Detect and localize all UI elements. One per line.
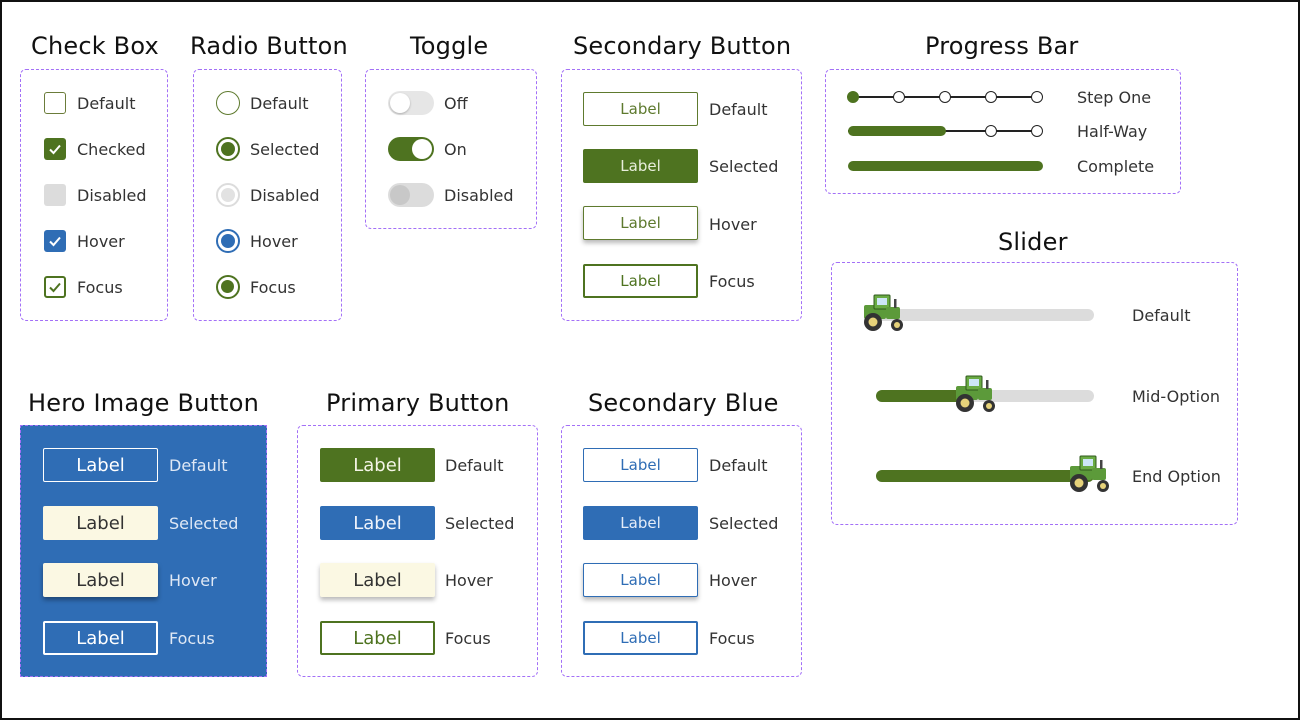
checkbox-default-label: Default [77, 94, 136, 113]
toggle-off[interactable] [388, 91, 434, 115]
tractor-icon[interactable] [858, 293, 906, 333]
primary-focus-label: Focus [445, 629, 491, 648]
toggle-disabled[interactable] [388, 183, 434, 207]
slider-end-option-label: End Option [1132, 467, 1221, 486]
radio-disabled[interactable] [216, 183, 240, 207]
secondary-blue-button-default[interactable]: Label [583, 448, 698, 482]
hero-button-focus[interactable]: Label [43, 621, 158, 655]
progress-step-dot [985, 91, 997, 103]
primary-button-default[interactable]: Label [320, 448, 435, 482]
radio-focus-label: Focus [250, 278, 296, 297]
radio-default-label: Default [250, 94, 309, 113]
toggle-off-label: Off [444, 94, 468, 113]
secondary-focus-label: Focus [709, 272, 755, 291]
progress-title: Progress Bar [925, 32, 1079, 60]
checkbox-hover[interactable] [44, 230, 66, 252]
toggle-title: Toggle [410, 32, 489, 60]
toggle-on-label: On [444, 140, 467, 159]
radio-selected[interactable] [216, 137, 240, 161]
toggle-disabled-label: Disabled [444, 186, 514, 205]
hero-selected-label: Selected [169, 514, 239, 533]
radio-hover-label: Hover [250, 232, 298, 251]
progress-step-dot [847, 91, 859, 103]
progress-step-dot [893, 91, 905, 103]
primary-default-label: Default [445, 456, 504, 475]
hero-hover-label: Hover [169, 571, 217, 590]
secondary-blue-selected-label: Selected [709, 514, 779, 533]
primary-button-focus[interactable]: Label [320, 621, 435, 655]
radio-title: Radio Button [190, 32, 348, 60]
hero-button-hover[interactable]: Label [43, 563, 158, 597]
secondary-button-focus[interactable]: Label [583, 264, 698, 298]
checkbox-title: Check Box [31, 32, 159, 60]
hero-button-selected[interactable]: Label [43, 506, 158, 540]
secondary-blue-default-label: Default [709, 456, 768, 475]
progress-fill [848, 161, 1043, 171]
tractor-icon[interactable] [950, 374, 998, 414]
secondary-hover-label: Hover [709, 215, 757, 234]
checkbox-checked-label: Checked [77, 140, 146, 159]
radio-disabled-label: Disabled [250, 186, 320, 205]
check-icon [49, 282, 61, 293]
toggle-on[interactable] [388, 137, 434, 161]
radio-default[interactable] [216, 91, 240, 115]
radio-selected-label: Selected [250, 140, 320, 159]
checkbox-default[interactable] [44, 92, 66, 114]
primary-selected-label: Selected [445, 514, 515, 533]
checkbox-hover-label: Hover [77, 232, 125, 251]
secondary-blue-focus-label: Focus [709, 629, 755, 648]
hero-title: Hero Image Button [28, 389, 260, 417]
checkbox-checked[interactable] [44, 138, 66, 160]
radio-focus[interactable] [216, 275, 240, 299]
check-icon [49, 236, 61, 247]
checkbox-focus[interactable] [44, 276, 66, 298]
radio-hover[interactable] [216, 229, 240, 253]
slider-mid-option-label: Mid-Option [1132, 387, 1221, 406]
secondary-blue-button-focus[interactable]: Label [583, 621, 698, 655]
hero-default-label: Default [169, 456, 228, 475]
secondary-button-selected[interactable]: Label [583, 149, 698, 183]
progress-step-dot [985, 125, 997, 137]
checkbox-disabled[interactable] [44, 184, 66, 206]
checkbox-disabled-label: Disabled [77, 186, 147, 205]
progress-step-one-label: Step One [1077, 88, 1152, 107]
progress-step-dot [1031, 125, 1043, 137]
progress-step-dot [939, 91, 951, 103]
slider-default-label: Default [1132, 306, 1191, 325]
check-icon [49, 144, 61, 155]
secondary-selected-label: Selected [709, 157, 779, 176]
primary-button-hover[interactable]: Label [320, 563, 435, 597]
tractor-icon[interactable] [1064, 454, 1112, 494]
secondary-button-default[interactable]: Label [583, 92, 698, 126]
secondary-blue-button-selected[interactable]: Label [583, 506, 698, 540]
secondary-blue-hover-label: Hover [709, 571, 757, 590]
primary-button-selected[interactable]: Label [320, 506, 435, 540]
hero-focus-label: Focus [169, 629, 215, 648]
secondary-default-label: Default [709, 100, 768, 119]
slider-track[interactable] [876, 309, 1094, 321]
secondary-button-hover[interactable]: Label [583, 206, 698, 240]
progress-half-way-label: Half-Way [1077, 122, 1148, 141]
progress-fill [848, 126, 946, 136]
progress-complete-label: Complete [1077, 157, 1155, 176]
slider-fill [876, 470, 1094, 482]
checkbox-focus-label: Focus [77, 278, 123, 297]
secondary-title: Secondary Button [573, 32, 792, 60]
progress-step-dot [1031, 91, 1043, 103]
secondary-blue-button-hover[interactable]: Label [583, 563, 698, 597]
secondary-blue-title: Secondary Blue [588, 389, 779, 417]
slider-title: Slider [998, 228, 1068, 256]
primary-title: Primary Button [326, 389, 510, 417]
hero-button-default[interactable]: Label [43, 448, 158, 482]
primary-hover-label: Hover [445, 571, 493, 590]
